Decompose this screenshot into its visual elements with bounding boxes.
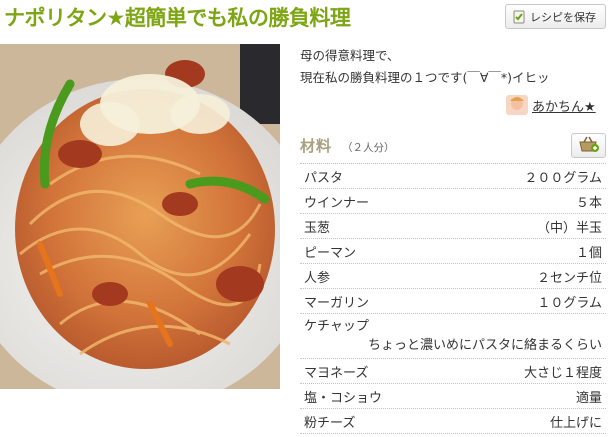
ingredient-row: マヨネーズ 大さじ１程度	[300, 359, 606, 384]
save-recipe-icon	[512, 10, 526, 24]
ingredient-row: ピーマン １個	[300, 239, 606, 264]
description-line: 現在私の勝負料理の１つです(￣∀￣*)イヒッ	[300, 70, 550, 85]
ingredient-name: ケチャップ	[304, 319, 369, 334]
ingredient-name: 粉チーズ	[304, 415, 356, 431]
add-to-shopping-list-button[interactable]	[571, 133, 606, 158]
ingredient-row: 塩・コショウ 適量	[300, 384, 606, 409]
ingredient-name: 塩・コショウ	[304, 390, 383, 406]
ingredient-qty: ５本	[575, 195, 602, 211]
ingredient-name: 玉葱	[304, 220, 331, 236]
ingredients-heading: 材料 （２人分）	[300, 135, 395, 157]
ingredient-name: マヨネーズ	[304, 365, 369, 381]
ingredient-name: ピーマン	[304, 245, 357, 261]
ingredient-name: 人参	[304, 270, 331, 286]
ingredient-row: マーガリン １０グラム	[300, 289, 606, 314]
ingredient-name: パスタ	[304, 170, 344, 186]
shopping-basket-icon	[578, 135, 600, 157]
ingredient-qty: 大さじ１程度	[523, 365, 602, 381]
ingredient-qty: １０グラム	[537, 295, 602, 311]
ingredient-qty: 仕上げに	[549, 415, 602, 431]
ingredient-row: ケチャップ ちょっと濃いめにパスタに絡まるくらい	[300, 314, 606, 359]
ingredient-row: 玉葱 （中）半玉	[300, 214, 606, 239]
recipe-title: ナポリタン★超簡単でも私の勝負料理	[4, 6, 351, 30]
ingredient-name: マーガリン	[304, 295, 370, 311]
ingredient-list: パスタ ２００グラム ウインナー ５本 玉葱 （中）半玉 ピーマン １個 人参 …	[300, 163, 606, 434]
recipe-description: 母の得意料理で、 現在私の勝負料理の１つです(￣∀￣*)イヒッ	[300, 45, 613, 89]
save-recipe-button[interactable]: レシピを保存	[505, 4, 606, 29]
ingredient-row: パスタ ２００グラム	[300, 164, 606, 189]
description-line: 母の得意料理で、	[300, 48, 400, 63]
ingredient-qty: １個	[575, 245, 602, 261]
ingredient-qty: ２００グラム	[524, 170, 602, 186]
ingredient-qty: ２センチ位	[536, 270, 602, 286]
ingredient-qty: ちょっと濃いめにパスタに絡まるくらい	[367, 338, 602, 353]
ingredient-row: ウインナー ５本	[300, 189, 606, 214]
author-name-link[interactable]: あかちん★	[532, 96, 596, 115]
save-recipe-label: レシピを保存	[530, 10, 596, 24]
ingredient-qty: 適量	[575, 390, 602, 406]
ingredient-row: 人参 ２センチ位	[300, 264, 606, 289]
ingredient-row: 粉チーズ 仕上げに	[300, 409, 606, 434]
servings: （２人分）	[342, 142, 395, 154]
recipe-photo	[0, 44, 280, 389]
ingredient-name: ウインナー	[304, 195, 370, 211]
author[interactable]: あかちん★	[506, 94, 596, 116]
ingredient-qty: （中）半玉	[536, 220, 602, 236]
avatar[interactable]	[506, 95, 528, 115]
ingredients-title: 材料	[300, 137, 333, 155]
